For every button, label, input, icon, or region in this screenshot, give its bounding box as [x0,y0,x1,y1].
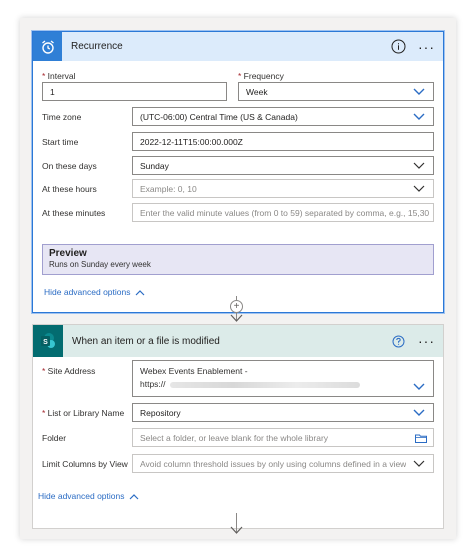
chevron-up-icon [130,493,139,499]
more-options-icon[interactable]: ··· [418,40,435,54]
frequency-dropdown[interactable]: Week [238,82,434,101]
chevron-down-icon [413,113,425,120]
chevron-up-icon [136,289,145,295]
list-library-label: * List or Library Name [42,408,125,418]
folder-label: Folder [42,433,67,443]
sharepoint-header[interactable]: S When an item or a file is modified ··· [33,325,443,357]
hours-dropdown[interactable]: Example: 0, 10 [132,179,434,198]
list-library-dropdown[interactable]: Repository [132,403,434,422]
svg-text:S: S [43,339,48,346]
minutes-label: At these minutes [42,208,106,218]
arrow-down-icon [230,526,243,534]
timezone-label: Time zone [42,112,82,122]
sharepoint-icon: S [33,325,63,357]
hide-advanced-options-link[interactable]: Hide advanced options [38,491,139,501]
start-time-label: Start time [42,137,79,147]
folder-icon[interactable] [415,434,427,443]
chevron-down-icon [413,383,425,390]
site-address-dropdown[interactable]: Webex Events Enablement - https:// [132,360,434,397]
help-icon[interactable] [390,333,406,349]
preview-title: Preview [49,248,87,259]
chevron-down-icon [413,409,425,416]
preview-text: Runs on Sunday every week [49,260,151,269]
start-time-input[interactable]: 2022-12-11T15:00:00.000Z [132,132,434,151]
chevron-down-icon [413,162,425,169]
alarm-clock-icon [33,32,62,61]
interval-label: * Interval [42,71,76,81]
interval-input[interactable]: 1 [42,82,227,101]
sharepoint-title: When an item or a file is modified [72,335,220,347]
chevron-down-icon [413,88,425,95]
add-step-plus-icon[interactable]: + [230,300,243,313]
hide-advanced-options-link[interactable]: Hide advanced options [44,287,145,297]
more-options-icon[interactable]: ··· [418,334,435,348]
days-dropdown[interactable]: Sunday [132,156,434,175]
limit-columns-label: Limit Columns by View [42,459,128,469]
minutes-input[interactable]: Enter the valid minute values (from 0 to… [132,203,434,222]
recurrence-header[interactable]: Recurrence ··· [33,32,443,61]
site-address-label: * Site Address [42,366,96,376]
chevron-down-icon [413,185,425,192]
info-icon[interactable] [390,39,406,55]
chevron-down-icon [413,460,425,467]
sharepoint-trigger-card[interactable]: S When an item or a file is modified ···… [32,324,444,529]
folder-input[interactable]: Select a folder, or leave blank for the … [132,428,434,447]
site-address-line2: https:// [140,378,426,391]
recurrence-title: Recurrence [71,41,123,52]
site-address-line1: Webex Events Enablement - [140,366,248,376]
days-label: On these days [42,161,97,171]
arrow-down-icon [230,314,243,322]
timezone-dropdown[interactable]: (UTC-06:00) Central Time (US & Canada) [132,107,434,126]
hours-label: At these hours [42,184,97,194]
limit-columns-dropdown[interactable]: Avoid column threshold issues by only us… [132,454,434,473]
preview-box: Preview Runs on Sunday every week [42,244,434,275]
frequency-label: * Frequency [238,71,284,81]
recurrence-card[interactable]: Recurrence ··· * Interval 1 * Frequency … [32,31,444,313]
flow-canvas: Recurrence ··· * Interval 1 * Frequency … [20,18,456,539]
